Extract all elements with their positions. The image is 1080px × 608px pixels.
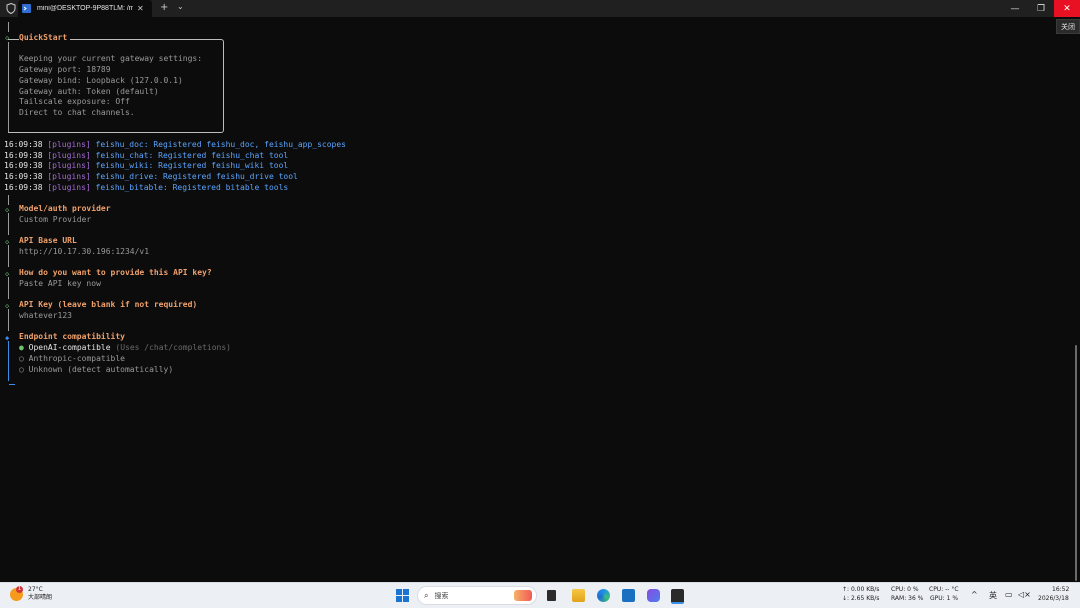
gutter-line	[8, 309, 9, 331]
terminal-output[interactable]: ◇ QuickStart Keeping your current gatewa…	[0, 17, 1080, 582]
linux-terminal-icon	[22, 4, 31, 13]
network-icon[interactable]: ▭	[1005, 590, 1013, 599]
gutter-line	[8, 277, 9, 299]
endpoint-question: Endpoint compatibility	[19, 332, 125, 341]
app-icon[interactable]	[647, 589, 660, 602]
clock-date[interactable]: 2026/3/18	[1038, 595, 1069, 603]
quickstart-title: QuickStart	[19, 33, 71, 43]
gutter-line	[8, 195, 9, 205]
title-bar: mini@DESKTOP-9P88TLM: /m ✕ + ⌄ — ❐ ✕	[0, 0, 1080, 17]
notification-badge: 1	[16, 585, 23, 593]
prompt-answer: whatever123	[19, 311, 72, 320]
option-unknown[interactable]: ○ Unknown (detect automatically)	[19, 365, 173, 375]
radio-selected-icon: ●	[19, 343, 24, 352]
quickstart-line: Gateway auth: Token (default)	[19, 87, 159, 96]
log-line: 16:09:38 [plugins] feishu_drive: Registe…	[4, 172, 298, 181]
weather-temp: 27°C	[28, 586, 43, 593]
taskbar-search[interactable]: ⌕ 搜索	[417, 586, 537, 605]
prompt-question: Model/auth provider	[19, 204, 111, 213]
log-line: 16:09:38 [plugins] feishu_doc: Registere…	[4, 140, 346, 149]
gutter-line	[8, 22, 9, 32]
active-gutter-line	[8, 341, 9, 381]
step-diamond-icon: ◇	[5, 206, 10, 214]
quickstart-line: Keeping your current gateway settings:	[19, 54, 203, 63]
taskbar: 1 27°C 大部晴朗 ⌕ 搜索 ↑: 0.00 KB/s ↓: 2.65 KB…	[0, 582, 1080, 608]
file-explorer-icon[interactable]	[572, 589, 585, 602]
weather-sun-icon: 1	[10, 585, 23, 601]
maximize-button[interactable]: ❐	[1028, 0, 1054, 17]
scrollbar-thumb[interactable]	[1075, 345, 1077, 581]
search-icon: ⌕	[424, 590, 429, 600]
tab-dropdown-icon[interactable]: ⌄	[177, 2, 184, 11]
ram-usage: RAM: 36 %	[891, 595, 924, 602]
network-speed-up: ↑: 0.00 KB/s	[842, 586, 880, 593]
start-button[interactable]	[396, 589, 409, 602]
prompt-question: API Base URL	[19, 236, 77, 245]
task-view-icon[interactable]	[547, 590, 556, 601]
edge-browser-icon[interactable]	[597, 589, 610, 602]
minimize-button[interactable]: —	[1002, 0, 1028, 17]
search-label: 搜索	[434, 591, 449, 600]
close-button[interactable]: ✕	[1054, 0, 1080, 17]
search-highlight-image	[514, 590, 532, 601]
quickstart-line: Gateway port: 18789	[19, 65, 111, 74]
network-speed-down: ↓: 2.65 KB/s	[842, 595, 880, 602]
prompt-question: API Key (leave blank if not required)	[19, 300, 198, 309]
clock-time[interactable]: 16:52	[1052, 586, 1069, 594]
ime-indicator[interactable]: 英	[989, 590, 997, 601]
gutter-line	[8, 213, 9, 235]
cpu-temp: CPU: -- °C	[929, 586, 959, 593]
log-line: 16:09:38 [plugins] feishu_bitable: Regis…	[4, 183, 289, 192]
tab-title: mini@DESKTOP-9P88TLM: /m	[37, 5, 133, 12]
chevron-up-icon[interactable]: ^	[971, 590, 978, 599]
prompt-answer: Custom Provider	[19, 215, 92, 224]
terminal-app-icon[interactable]	[671, 589, 684, 604]
volume-muted-icon[interactable]: ◁×	[1018, 590, 1031, 599]
quickstart-line: Gateway bind: Loopback (127.0.0.1)	[19, 76, 183, 85]
weather-desc: 大部晴朗	[28, 594, 53, 601]
prompt-cursor	[9, 384, 15, 385]
step-diamond-icon: ◇	[5, 270, 10, 278]
active-step-diamond-icon: ◆	[5, 334, 10, 342]
quickstart-line: Direct to chat channels.	[19, 108, 135, 117]
log-line: 16:09:38 [plugins] feishu_wiki: Register…	[4, 161, 289, 170]
weather-widget[interactable]: 1 27°C 大部晴朗	[10, 585, 53, 602]
radio-empty-icon: ○	[19, 354, 24, 363]
cpu-usage: CPU: 0 %	[891, 586, 919, 593]
gutter-line	[8, 245, 9, 267]
prompt-answer: http://10.17.30.196:1234/v1	[19, 247, 150, 256]
terminal-tab[interactable]: mini@DESKTOP-9P88TLM: /m ✕	[18, 0, 152, 17]
radio-empty-icon: ○	[19, 365, 24, 374]
option-anthropic[interactable]: ○ Anthropic-compatible	[19, 354, 125, 364]
prompt-question: How do you want to provide this API key?	[19, 268, 212, 277]
tab-close-icon[interactable]: ✕	[137, 4, 144, 13]
new-tab-button[interactable]: +	[160, 2, 168, 13]
shield-icon[interactable]	[4, 2, 18, 16]
prompt-answer: Paste API key now	[19, 279, 101, 288]
gpu-usage: GPU: 1 %	[930, 595, 959, 602]
store-icon[interactable]	[622, 589, 635, 602]
option-openai[interactable]: ● OpenAI-compatible (Uses /chat/completi…	[19, 343, 231, 353]
step-diamond-icon: ◇	[5, 302, 10, 310]
quickstart-line: Tailscale exposure: Off	[19, 97, 130, 106]
log-line: 16:09:38 [plugins] feishu_chat: Register…	[4, 151, 289, 160]
step-diamond-icon: ◇	[5, 238, 10, 246]
